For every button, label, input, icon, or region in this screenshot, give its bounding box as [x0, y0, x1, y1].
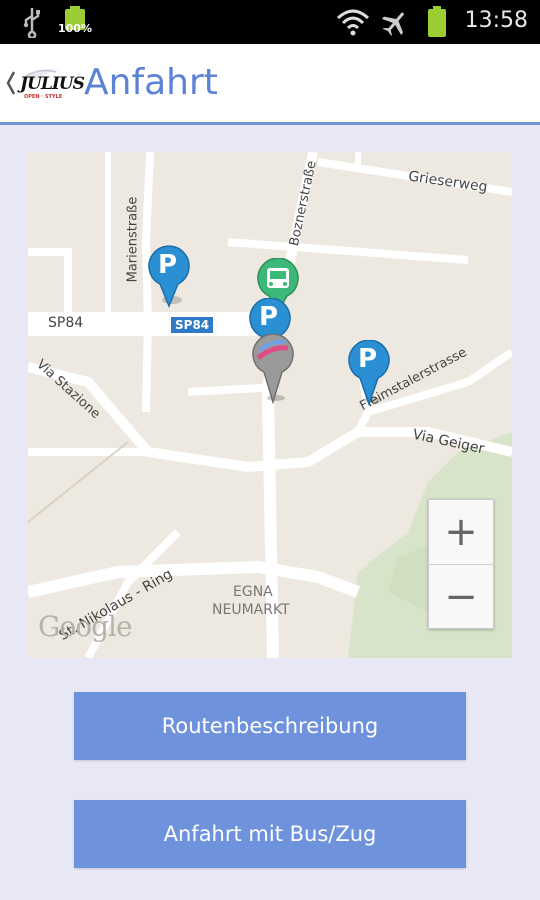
parking-marker-letter: P: [158, 250, 178, 280]
place-label-neumarkt: NEUMARKT: [212, 602, 290, 618]
status-bar: 100% 13:58: [0, 0, 540, 44]
transit-directions-button[interactable]: Anfahrt mit Bus/Zug: [74, 800, 466, 868]
store-location-marker[interactable]: [250, 333, 296, 405]
road-label-marienstrasse: Marienstraße: [125, 196, 141, 283]
place-label-egna: EGNA: [233, 584, 273, 600]
airplane-mode-icon: [381, 12, 405, 36]
battery-percent-label: 100%: [58, 22, 92, 35]
road-label-sp84: SP84: [48, 315, 84, 331]
google-attribution: Google: [38, 610, 133, 643]
map-view[interactable]: SP84 SP84 Marienstraße Boznerstraße Grie…: [28, 152, 512, 658]
page-title: Anfahrt: [84, 62, 218, 103]
parking-marker[interactable]: P: [346, 339, 392, 407]
parking-marker-letter: P: [259, 302, 279, 332]
clock: 13:58: [464, 8, 528, 33]
usb-icon: [23, 8, 40, 38]
zoom-controls: + −: [428, 499, 494, 629]
battery-icon: [428, 6, 446, 37]
chevron-left-icon: [6, 71, 16, 95]
zoom-out-button[interactable]: −: [429, 564, 493, 629]
logo-text: JULIUS: [20, 74, 85, 94]
app-bar: JULIUS OPEN · STYLE Anfahrt: [0, 44, 540, 125]
back-button[interactable]: JULIUS OPEN · STYLE: [6, 64, 85, 104]
wifi-icon: [336, 9, 370, 36]
road-badge-sp84: SP84: [170, 316, 215, 334]
parking-marker-letter: P: [358, 344, 378, 374]
zoom-in-button[interactable]: +: [429, 500, 493, 564]
parking-marker[interactable]: P: [146, 244, 192, 308]
app-logo: JULIUS OPEN · STYLE: [16, 64, 85, 104]
logo-subtext: OPEN · STYLE: [24, 94, 63, 100]
route-description-button[interactable]: Routenbeschreibung: [74, 692, 466, 760]
